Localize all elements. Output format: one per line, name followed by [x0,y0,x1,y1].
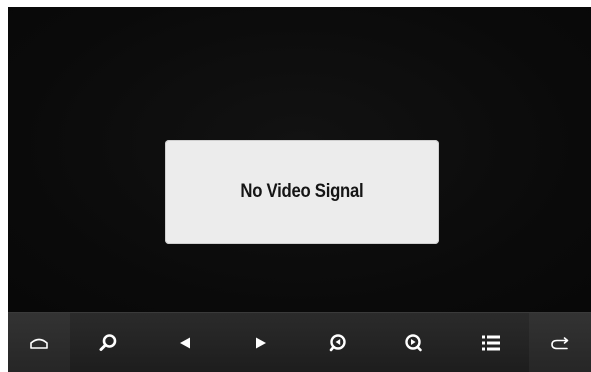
no-signal-dialog: No Video Signal [165,140,439,244]
previous-icon [178,336,192,350]
back-icon [549,336,571,350]
list-icon [481,334,501,352]
list-button[interactable] [453,313,530,372]
zoom-out-icon [328,333,348,353]
next-icon [254,336,268,350]
search-button[interactable] [70,313,147,372]
zoom-out-button[interactable] [300,313,377,372]
previous-button[interactable] [147,313,224,372]
zoom-in-icon [404,333,424,353]
home-icon [29,336,49,350]
device-screen: No Video Signal [8,7,591,372]
search-icon [98,333,118,353]
home-button[interactable] [8,313,70,372]
zoom-in-button[interactable] [376,313,453,372]
no-signal-message: No Video Signal [240,181,364,202]
video-display-area: No Video Signal [8,7,591,312]
bottom-toolbar [8,312,591,372]
next-button[interactable] [223,313,300,372]
back-button[interactable] [529,313,591,372]
